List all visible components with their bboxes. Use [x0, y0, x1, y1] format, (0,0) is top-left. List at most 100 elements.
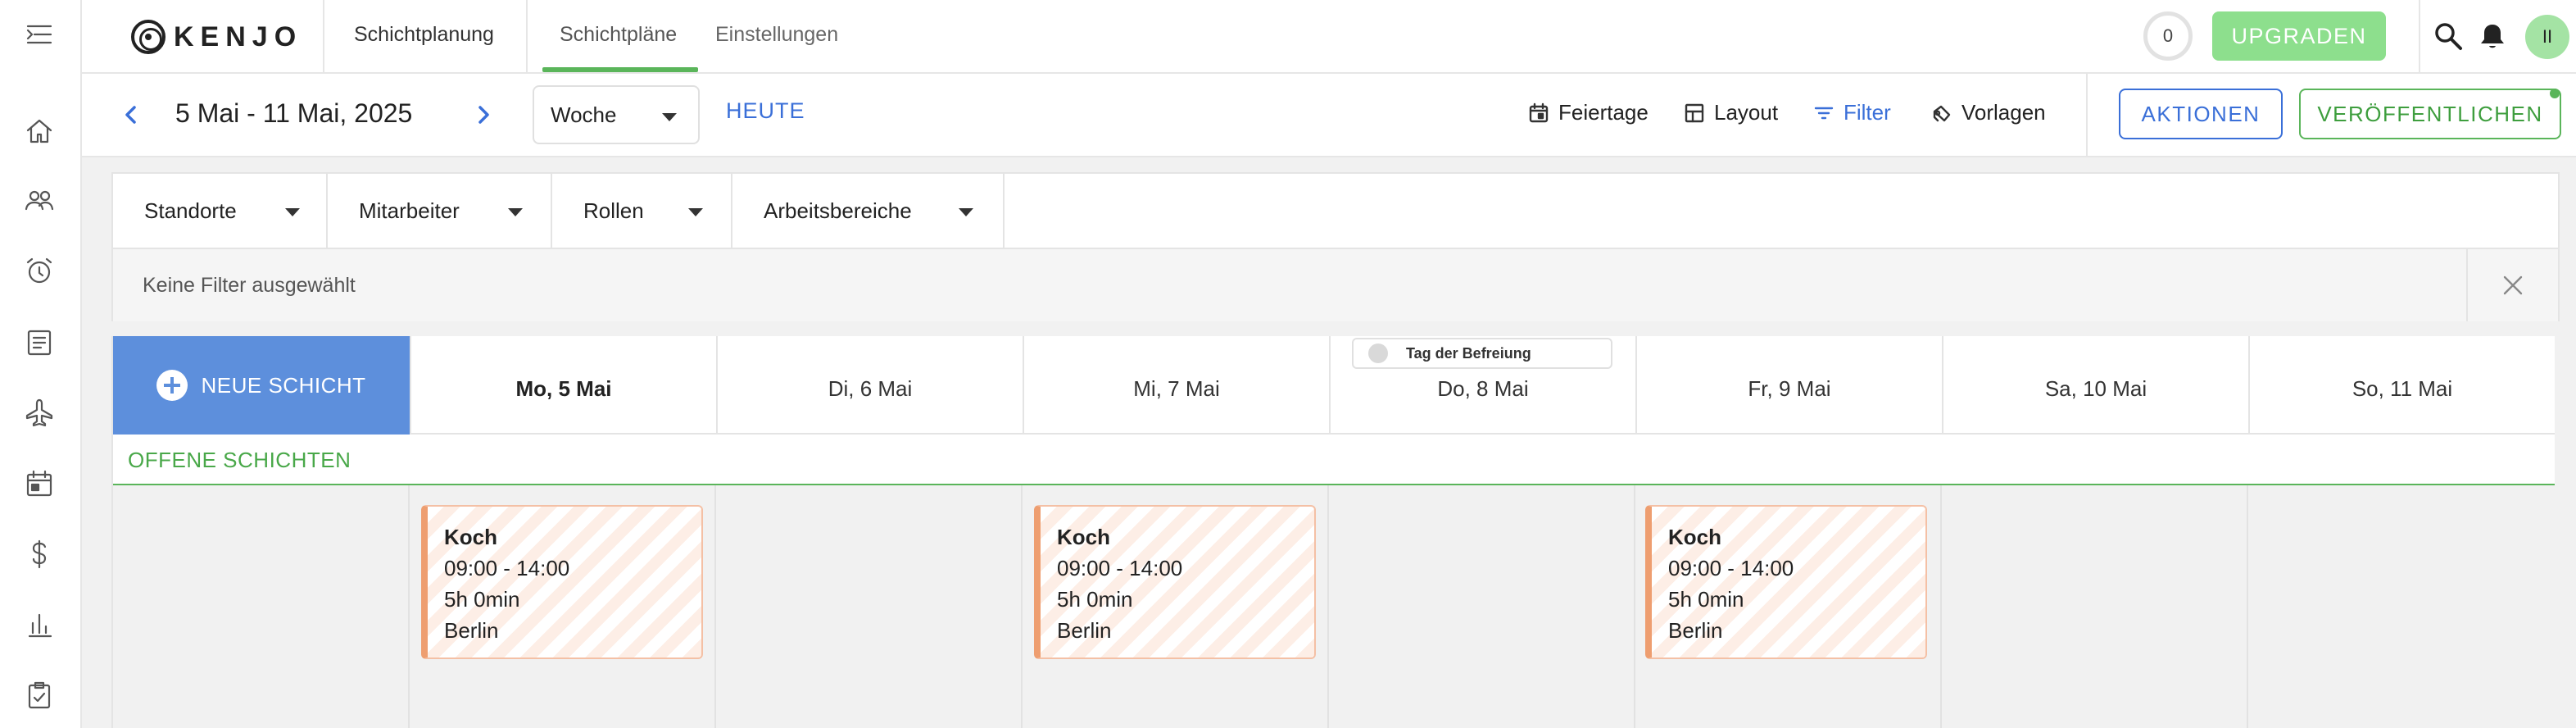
shift-location: Berlin: [444, 618, 499, 643]
bar-chart-icon[interactable]: [18, 603, 61, 646]
search-icon[interactable]: [2430, 18, 2466, 54]
shift-time: 09:00 - 14:00: [444, 556, 570, 580]
avatar[interactable]: II: [2525, 15, 2569, 59]
layout-icon: [1685, 103, 1704, 122]
chevron-right-icon: [478, 106, 489, 124]
shift-role: Koch: [444, 525, 497, 549]
day-header-wed[interactable]: Mi, 7 Mai: [1023, 336, 1329, 435]
filter-label: Filter: [1844, 100, 1891, 125]
layout-button[interactable]: Layout: [1683, 100, 1778, 125]
chevron-down-icon: [959, 208, 973, 216]
bell-icon[interactable]: [2474, 18, 2510, 54]
holidays-label: Feiertage: [1558, 100, 1649, 125]
divider: [526, 0, 528, 74]
column-divider: [1021, 485, 1023, 728]
day-header-fri[interactable]: Fr, 9 Mai: [1635, 336, 1942, 435]
shift-duration: 5h 0min: [444, 587, 520, 612]
dollar-icon[interactable]: [18, 533, 61, 576]
actions-button[interactable]: AKTIONEN: [2119, 89, 2283, 139]
filter-status-text: Keine Filter ausgewählt: [143, 274, 356, 297]
upgrade-button[interactable]: UPGRADEN: [2212, 11, 2386, 61]
filter-workareas-dropdown[interactable]: Arbeitsbereiche: [732, 174, 1005, 248]
filter-dropdown-row: Standorte Mitarbeiter Rollen Arbeitsbere…: [113, 174, 2558, 249]
template-icon: [1933, 105, 1951, 121]
shift-time: 09:00 - 14:00: [1668, 556, 1794, 580]
holiday-name: Tag der Befreiung: [1406, 344, 1531, 362]
filter-locations-dropdown[interactable]: Standorte: [113, 174, 328, 248]
new-shift-label: NEUE SCHICHT: [201, 372, 366, 398]
filter-button[interactable]: Filter: [1812, 100, 1891, 125]
brand-name: KENJO: [174, 20, 303, 52]
shift-card[interactable]: Koch 09:00 - 14:00 5h 0min Berlin: [1034, 505, 1316, 659]
content-area: Standorte Mitarbeiter Rollen Arbeitsbere…: [82, 157, 2576, 728]
shift-location: Berlin: [1057, 618, 1112, 643]
templates-label: Vorlagen: [1961, 100, 2046, 125]
new-shift-button[interactable]: NEUE SCHICHT: [113, 336, 410, 435]
kenjo-logo[interactable]: KENJO: [131, 18, 302, 56]
tab-einstellungen[interactable]: Einstellungen: [715, 23, 838, 47]
schedule-toolbar: 5 Mai - 11 Mai, 2025 Woche HEUTE Feierta…: [82, 74, 2576, 157]
column-divider: [408, 485, 410, 728]
publish-button[interactable]: VERÖFFENTLICHEN: [2299, 89, 2561, 139]
plus-circle-icon: [156, 370, 188, 401]
date-range: 5 Mai - 11 Mai, 2025: [175, 98, 413, 128]
shift-time: 09:00 - 14:00: [1057, 556, 1183, 580]
filter-dropdown-label: Rollen: [583, 198, 644, 223]
tab-schichtplaene[interactable]: Schichtpläne: [560, 23, 677, 47]
calendar-event-icon: [1529, 102, 1549, 122]
shift-duration: 5h 0min: [1668, 587, 1744, 612]
layout-label: Layout: [1714, 100, 1779, 125]
active-tab-indicator: [542, 67, 698, 72]
home-icon[interactable]: [18, 110, 61, 152]
open-shifts-row: OFFENE SCHICHTEN: [113, 435, 2555, 485]
shift-role: Koch: [1668, 525, 1721, 549]
filter-dropdown-label: Mitarbeiter: [359, 198, 460, 223]
day-header-sun[interactable]: So, 11 Mai: [2248, 336, 2555, 435]
schedule-grid: NEUE SCHICHT Mo, 5 Mai Di, 6 Mai Mi, 7 M…: [111, 336, 2555, 728]
filter-panel: Standorte Mitarbeiter Rollen Arbeitsbere…: [111, 172, 2560, 321]
document-icon[interactable]: [18, 321, 61, 364]
task-check-icon[interactable]: [18, 674, 61, 717]
column-divider: [1634, 485, 1635, 728]
day-header-mon[interactable]: Mo, 5 Mai: [410, 336, 716, 435]
today-button[interactable]: HEUTE: [726, 98, 805, 124]
shift-card[interactable]: Koch 09:00 - 14:00 5h 0min Berlin: [421, 505, 703, 659]
chevron-down-icon: [688, 208, 703, 216]
view-select-value: Woche: [551, 102, 617, 127]
calendar-icon[interactable]: [18, 462, 61, 505]
menu-toggle-icon[interactable]: [18, 13, 61, 56]
close-icon: [2503, 275, 2523, 295]
section-title[interactable]: Schichtplanung: [354, 23, 494, 47]
shift-location: Berlin: [1668, 618, 1723, 643]
chevron-down-icon: [508, 208, 523, 216]
day-header-sat[interactable]: Sa, 10 Mai: [1942, 336, 2248, 435]
filter-employees-dropdown[interactable]: Mitarbeiter: [328, 174, 552, 248]
holiday-chip[interactable]: Tag der Befreiung: [1352, 338, 1612, 369]
filter-roles-dropdown[interactable]: Rollen: [552, 174, 732, 248]
filter-dropdown-label: Standorte: [144, 198, 237, 223]
day-header-tue[interactable]: Di, 6 Mai: [716, 336, 1023, 435]
column-divider: [1940, 485, 1942, 728]
alarm-clock-icon[interactable]: [18, 249, 61, 292]
shift-card[interactable]: Koch 09:00 - 14:00 5h 0min Berlin: [1645, 505, 1927, 659]
shift-duration: 5h 0min: [1057, 587, 1133, 612]
clear-filters-button[interactable]: [2466, 249, 2558, 321]
filter-icon: [1814, 107, 1834, 119]
column-divider: [2247, 485, 2248, 728]
airplane-icon[interactable]: [18, 392, 61, 435]
people-icon[interactable]: [18, 179, 61, 221]
filter-status-bar: Keine Filter ausgewählt: [113, 249, 2558, 321]
view-select[interactable]: Woche: [533, 85, 700, 144]
templates-button[interactable]: Vorlagen: [1930, 100, 2046, 125]
next-week-button[interactable]: [467, 98, 500, 131]
holidays-button[interactable]: Feiertage: [1527, 100, 1649, 125]
filter-dropdown-label: Arbeitsbereiche: [764, 198, 912, 223]
kenjo-logo-icon: [131, 20, 166, 54]
previous-week-button[interactable]: [115, 98, 147, 131]
open-shifts-label: OFFENE SCHICHTEN: [128, 448, 351, 472]
divider: [2419, 0, 2420, 74]
top-bar: KENJO Schichtplanung Schichtpläne Einste…: [82, 0, 2576, 74]
holiday-dot-icon: [1368, 344, 1388, 363]
notification-counter[interactable]: 0: [2143, 11, 2193, 61]
column-divider: [1327, 485, 1329, 728]
